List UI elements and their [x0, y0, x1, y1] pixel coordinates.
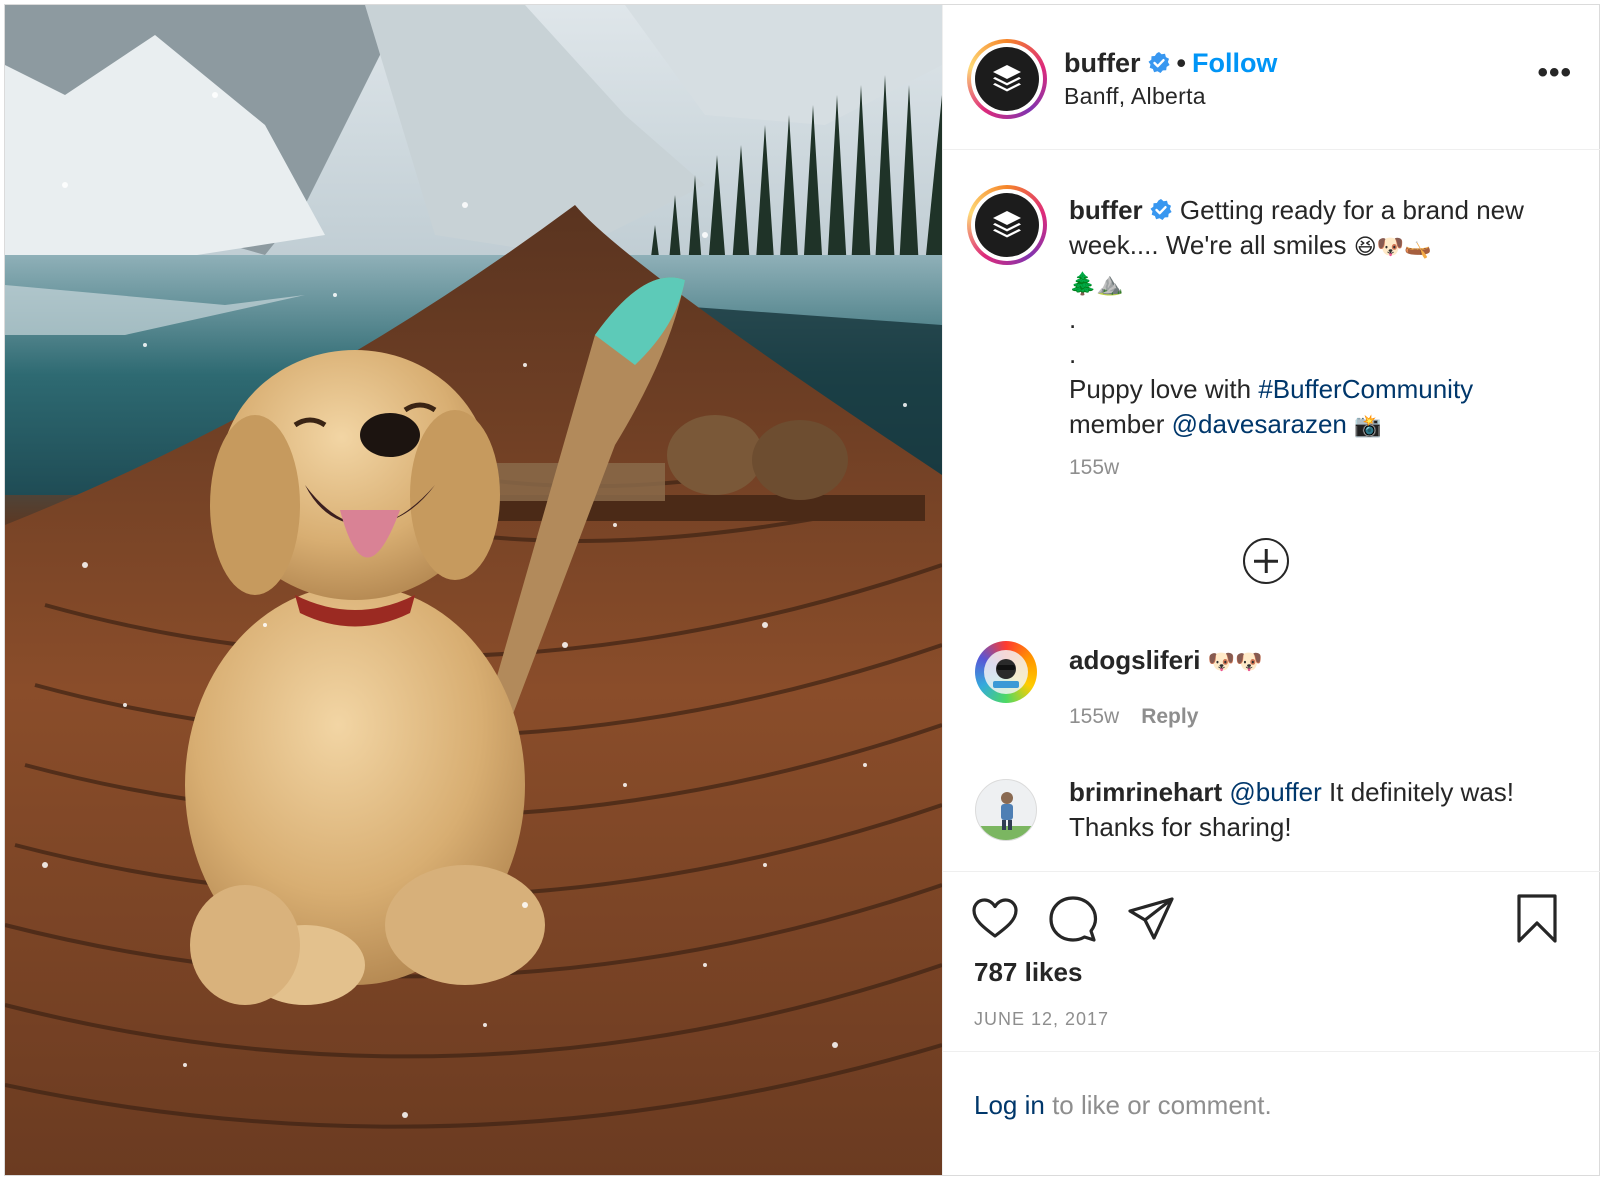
login-link[interactable]: Log in: [974, 1090, 1045, 1120]
post-date[interactable]: JUNE 12, 2017: [974, 1009, 1109, 1030]
more-options-icon[interactable]: •••: [1537, 58, 1572, 88]
caption-timestamp[interactable]: 155w: [1069, 456, 1119, 480]
caption-text: buffer Getting ready for a brand new wee…: [1069, 193, 1539, 444]
comment-body: 🐶🐶: [1207, 650, 1263, 675]
like-heart-icon[interactable]: [969, 893, 1021, 945]
follow-button[interactable]: Follow: [1192, 48, 1277, 78]
comment-text: brimrinehart @buffer It definitely was! …: [1069, 775, 1539, 845]
header-separator: •: [1176, 48, 1186, 78]
caption-emojis-1: 😆🐶🛶: [1353, 235, 1432, 260]
caption-username[interactable]: buffer: [1069, 195, 1143, 225]
header-username[interactable]: buffer: [1064, 48, 1141, 78]
comment-username[interactable]: adogsliferi: [1069, 645, 1200, 675]
puppy: [185, 350, 545, 1005]
comment-timestamp[interactable]: 155w: [1069, 705, 1119, 728]
post-photo[interactable]: [5, 5, 942, 1175]
commenter-avatar[interactable]: [975, 779, 1037, 841]
post-header: buffer • Follow Banff, Alberta •••: [943, 5, 1600, 150]
caption-line-2-middle: member: [1069, 409, 1165, 439]
buffer-logo-icon: [993, 65, 1021, 92]
hashtag-link[interactable]: #BufferCommunity: [1258, 374, 1473, 404]
likes-count[interactable]: 787 likes: [974, 957, 1082, 988]
share-paper-plane-icon[interactable]: [1125, 893, 1177, 945]
caption-dot-1: .: [1069, 304, 1077, 334]
reply-button[interactable]: Reply: [1141, 705, 1198, 728]
caption-dot-2: .: [1069, 339, 1077, 369]
commenter-avatar[interactable]: [975, 641, 1037, 703]
comment-bubble-icon[interactable]: [1047, 893, 1099, 945]
login-prompt-rest: to like or comment.: [1052, 1090, 1272, 1120]
caption-emojis-2: 🌲⛰️: [1069, 272, 1124, 297]
comment-meta: 155w Reply: [1069, 705, 1198, 729]
caption-avatar[interactable]: [967, 185, 1047, 265]
camera-emoji: 📸: [1354, 414, 1382, 439]
load-more-comments-icon[interactable]: [1243, 538, 1289, 584]
buffer-avatar[interactable]: [967, 39, 1047, 119]
caption-line-2-prefix: Puppy love with: [1069, 374, 1252, 404]
mention-link[interactable]: @davesarazen: [1172, 409, 1347, 439]
login-prompt: Log in to like or comment.: [974, 1090, 1272, 1121]
comment-mention[interactable]: @buffer: [1229, 777, 1321, 807]
login-prompt-bar: Log in to like or comment.: [943, 1051, 1600, 1175]
verified-badge-icon: [1150, 199, 1172, 220]
verified-badge-icon: [1148, 52, 1170, 73]
header-name-row: buffer • Follow: [1064, 48, 1277, 79]
post-side-panel: buffer • Follow Banff, Alberta ••• buffer …: [942, 5, 1600, 1175]
actions-divider: [943, 871, 1600, 872]
comment-text: adogsliferi 🐶🐶: [1069, 643, 1539, 680]
person-avatar-icon: [976, 792, 1036, 840]
dog-avatar-icon: [984, 650, 1028, 694]
puppy-canoe-illustration: [5, 5, 942, 1175]
comment-username[interactable]: brimrinehart: [1069, 777, 1222, 807]
save-bookmark-icon[interactable]: [1511, 893, 1563, 945]
buffer-logo-icon: [993, 211, 1021, 238]
post-location[interactable]: Banff, Alberta: [1064, 83, 1206, 110]
instagram-post: buffer • Follow Banff, Alberta ••• buffer …: [4, 4, 1600, 1176]
